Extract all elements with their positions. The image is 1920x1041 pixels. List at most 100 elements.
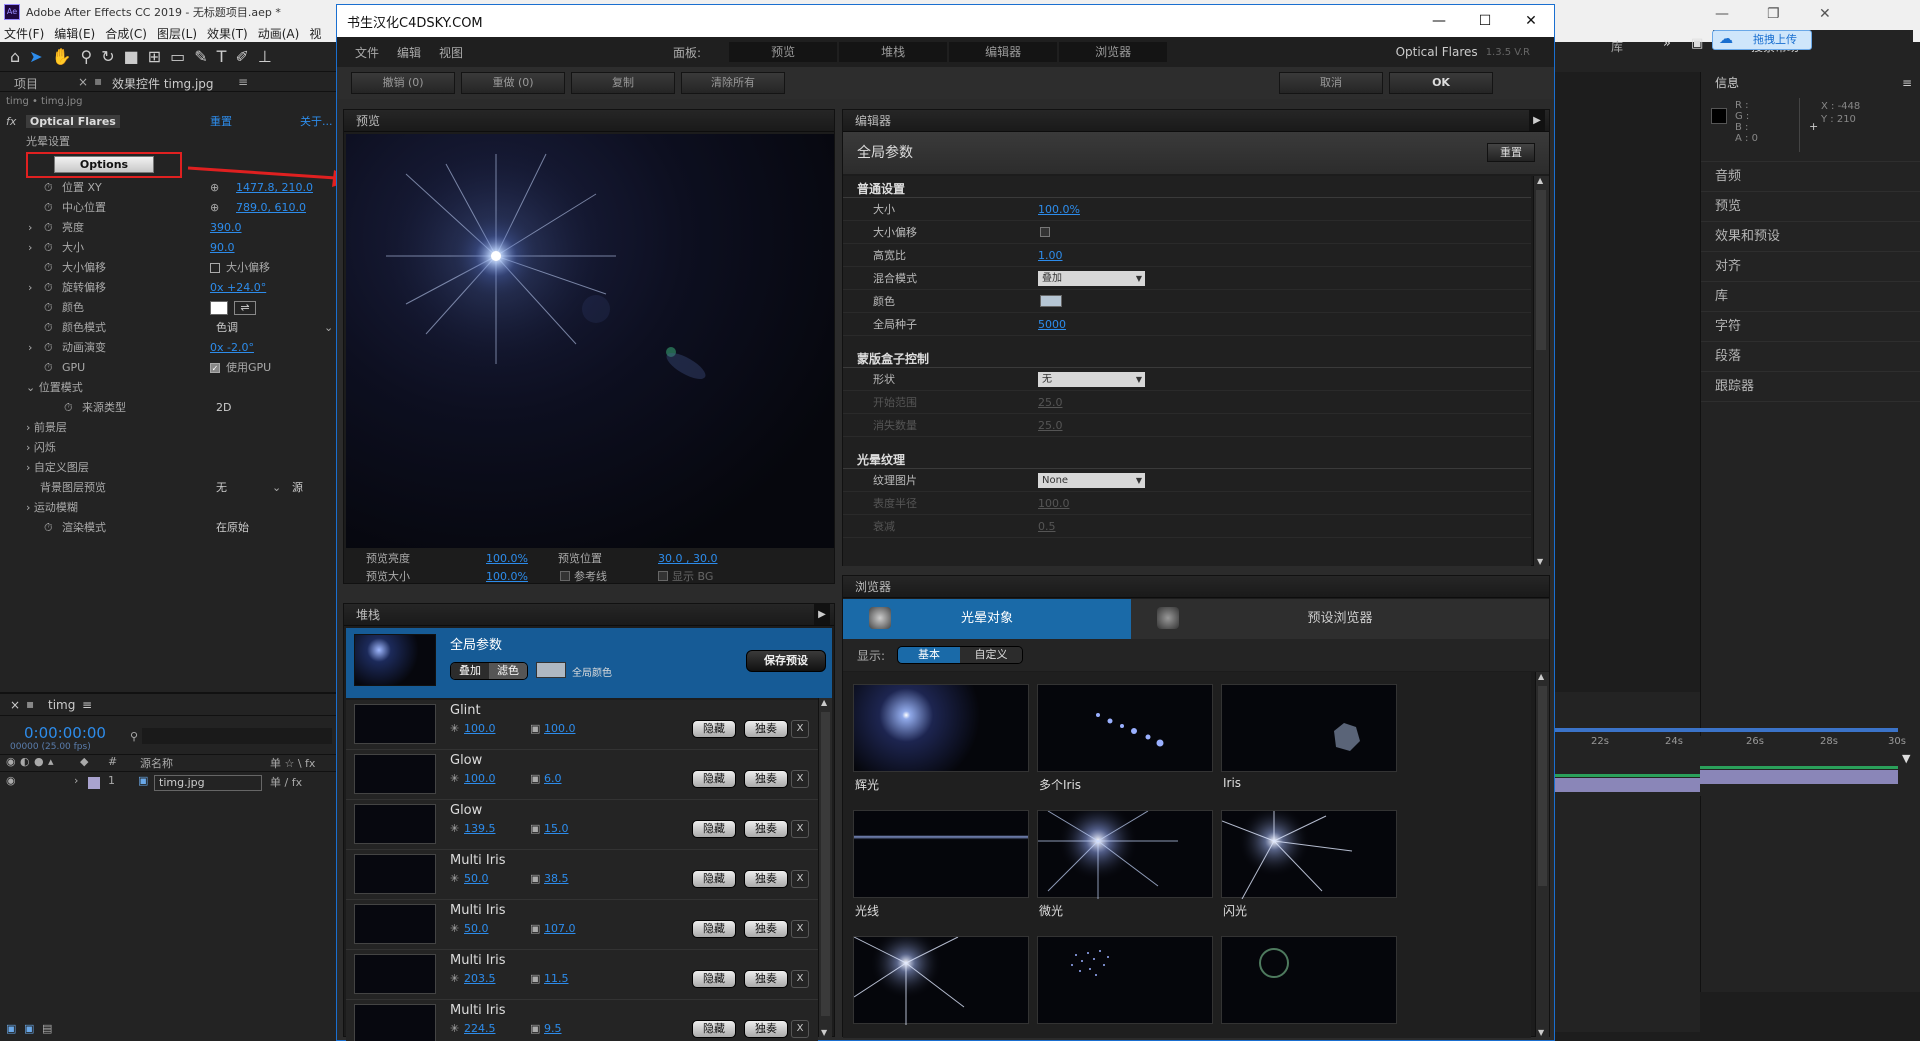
stack-item-scale[interactable]: 107.0 xyxy=(544,922,576,935)
thumb-shimmer[interactable] xyxy=(1037,801,1213,899)
remove-element-button[interactable]: X xyxy=(791,720,809,738)
panel-audio[interactable]: 音频 xyxy=(1701,162,1920,192)
preview-canvas[interactable] xyxy=(346,134,834,548)
group-foreground[interactable]: › 前景层 xyxy=(0,418,336,438)
tab-preset-browser[interactable]: 预设浏览器 xyxy=(1131,599,1549,639)
stack-item-scale[interactable]: 15.0 xyxy=(544,822,569,835)
home-icon[interactable]: ⌂ xyxy=(10,47,20,66)
remove-element-button[interactable]: X xyxy=(791,970,809,988)
stack-item[interactable]: Multi Iris ✳ 203.5 ▣ 11.5 隐藏 独奏 X xyxy=(346,950,818,1000)
remove-element-button[interactable]: X xyxy=(791,770,809,788)
menu-view[interactable]: 视 xyxy=(309,25,321,42)
timeline-search-input[interactable] xyxy=(142,728,332,744)
playhead-icon[interactable]: ▼ xyxy=(1902,752,1910,765)
stack-item[interactable]: Glint ✳ 100.0 ▣ 100.0 隐藏 独奏 X xyxy=(346,700,818,750)
maximize-icon[interactable]: ☐ xyxy=(1462,13,1508,29)
stack-item[interactable]: Multi Iris ✳ 50.0 ▣ 38.5 隐藏 独奏 X xyxy=(346,850,818,900)
blend-add-button[interactable]: 叠加 xyxy=(451,663,489,679)
close-tab-icon[interactable]: × xyxy=(10,698,20,712)
mode-basic-button[interactable]: 基本 xyxy=(898,647,960,663)
timecode[interactable]: 0:00:00:00 xyxy=(24,724,106,742)
upload-badge[interactable]: ☁ 拖拽上传 xyxy=(1712,30,1812,50)
panel-library[interactable]: 库 xyxy=(1701,282,1920,312)
stopwatch-icon[interactable]: ⏱ xyxy=(44,338,53,358)
stack-item-brightness[interactable]: 100.0 xyxy=(464,772,496,785)
stack-item-scale[interactable]: 11.5 xyxy=(544,972,569,985)
hide-button[interactable]: 隐藏 xyxy=(692,770,736,788)
pan-behind-icon[interactable]: ⊞ xyxy=(148,47,161,66)
source-type-select[interactable]: 2D xyxy=(216,398,231,418)
mode-custom-button[interactable]: 自定义 xyxy=(960,647,1022,663)
group-flicker[interactable]: › 闪烁 xyxy=(0,438,336,458)
effect-name[interactable]: Optical Flares xyxy=(25,115,120,128)
texture-select[interactable]: None xyxy=(1038,473,1145,488)
solo-button[interactable]: 独奏 xyxy=(744,770,788,788)
stack-item-brightness[interactable]: 224.5 xyxy=(464,1022,496,1035)
workspace-icon[interactable]: ▣ xyxy=(1691,36,1703,51)
guides-checkbox[interactable] xyxy=(560,571,570,581)
stack-item-scale[interactable]: 100.0 xyxy=(544,722,576,735)
stack-item-brightness[interactable]: 50.0 xyxy=(464,922,489,935)
stamp-tool-icon[interactable]: ⊥ xyxy=(258,47,272,66)
stopwatch-icon[interactable]: ⏱ xyxy=(44,318,53,338)
selection-tool-icon[interactable]: ➤ xyxy=(29,47,42,66)
thumb-sparkles[interactable] xyxy=(1037,936,1213,1024)
stack-item[interactable]: Multi Iris ✳ 50.0 ▣ 107.0 隐藏 独奏 X xyxy=(346,900,818,950)
color-swatch-white[interactable] xyxy=(210,301,228,315)
blend-screen-button[interactable]: 滤色 xyxy=(489,663,527,679)
stack-item-scale[interactable]: 38.5 xyxy=(544,872,569,885)
brush-tool-icon[interactable]: ✐ xyxy=(235,47,248,66)
library-tab[interactable]: 库 xyxy=(1611,38,1623,55)
panel-tracker[interactable]: 跟踪器 xyxy=(1701,372,1920,402)
stopwatch-icon[interactable]: ⏱ xyxy=(44,238,53,258)
section-general[interactable]: 普通设置 xyxy=(843,176,1531,198)
tab-effect-controls[interactable]: 效果控件 timg.jpg xyxy=(112,75,214,92)
solo-button[interactable]: 独奏 xyxy=(744,870,788,888)
expand-icon[interactable]: › xyxy=(28,218,32,238)
stack-item-scale[interactable]: 9.5 xyxy=(544,1022,562,1035)
stopwatch-icon[interactable]: ⏱ xyxy=(44,258,53,278)
fx-icon[interactable]: fx xyxy=(6,115,16,128)
of-menu-file[interactable]: 文件 xyxy=(355,44,379,61)
show-bg-checkbox[interactable] xyxy=(658,571,668,581)
thumb-glint-2[interactable] xyxy=(853,927,1029,1025)
solo-button[interactable]: 独奏 xyxy=(744,720,788,738)
group-motion-blur[interactable]: › 运动模糊 xyxy=(0,498,336,518)
cancel-button[interactable]: 取消 xyxy=(1279,72,1383,94)
hide-button[interactable]: 隐藏 xyxy=(692,820,736,838)
color-swatch[interactable] xyxy=(1040,295,1062,307)
stopwatch-icon[interactable]: ⏱ xyxy=(44,358,53,378)
status-icon-1[interactable]: ▣ xyxy=(6,1022,16,1035)
status-icon-2[interactable]: ▣ xyxy=(24,1022,34,1035)
close-tab-icon[interactable]: × xyxy=(78,75,88,89)
panel-preview[interactable]: 预览 xyxy=(1701,192,1920,222)
remove-element-button[interactable]: X xyxy=(791,820,809,838)
panel-toggle-preview[interactable]: 预览 xyxy=(729,42,838,62)
stack-item-brightness[interactable]: 50.0 xyxy=(464,872,489,885)
stopwatch-icon[interactable]: ⏱ xyxy=(64,398,73,418)
size-offset-checkbox[interactable] xyxy=(210,263,220,273)
save-preset-button[interactable]: 保存预设 xyxy=(746,650,826,672)
thumb-ring[interactable] xyxy=(1221,936,1397,1024)
stopwatch-icon[interactable]: ⏱ xyxy=(44,218,53,238)
search-icon[interactable]: ⚲ xyxy=(130,730,138,743)
render-mode-select[interactable]: 在原始 xyxy=(216,518,249,538)
clear-all-button[interactable]: 清除所有 xyxy=(681,72,785,94)
remove-element-button[interactable]: X xyxy=(791,920,809,938)
audio-icon[interactable]: ◐ xyxy=(20,755,30,768)
thumb-multi-iris[interactable] xyxy=(1037,684,1213,772)
stack-global-row[interactable]: 全局参数 叠加 滤色 全局颜色 保存预设 xyxy=(346,628,832,698)
solo-button[interactable]: 独奏 xyxy=(744,820,788,838)
expand-icon[interactable]: › xyxy=(28,338,32,358)
text-tool-icon[interactable]: T xyxy=(217,47,227,66)
stopwatch-icon[interactable]: ⏱ xyxy=(44,278,53,298)
rect-tool-icon[interactable]: ▭ xyxy=(170,47,185,66)
of-menu-view[interactable]: 视图 xyxy=(439,44,463,61)
eyedropper-icon[interactable]: ⇌ xyxy=(234,301,256,315)
panel-effects-presets[interactable]: 效果和预设 xyxy=(1701,222,1920,252)
close-icon[interactable]: ✕ xyxy=(1819,6,1831,22)
stopwatch-icon[interactable]: ⏱ xyxy=(44,198,53,218)
stack-item-brightness[interactable]: 139.5 xyxy=(464,822,496,835)
layer-color[interactable] xyxy=(88,777,100,789)
thumb-streak[interactable] xyxy=(853,810,1029,898)
